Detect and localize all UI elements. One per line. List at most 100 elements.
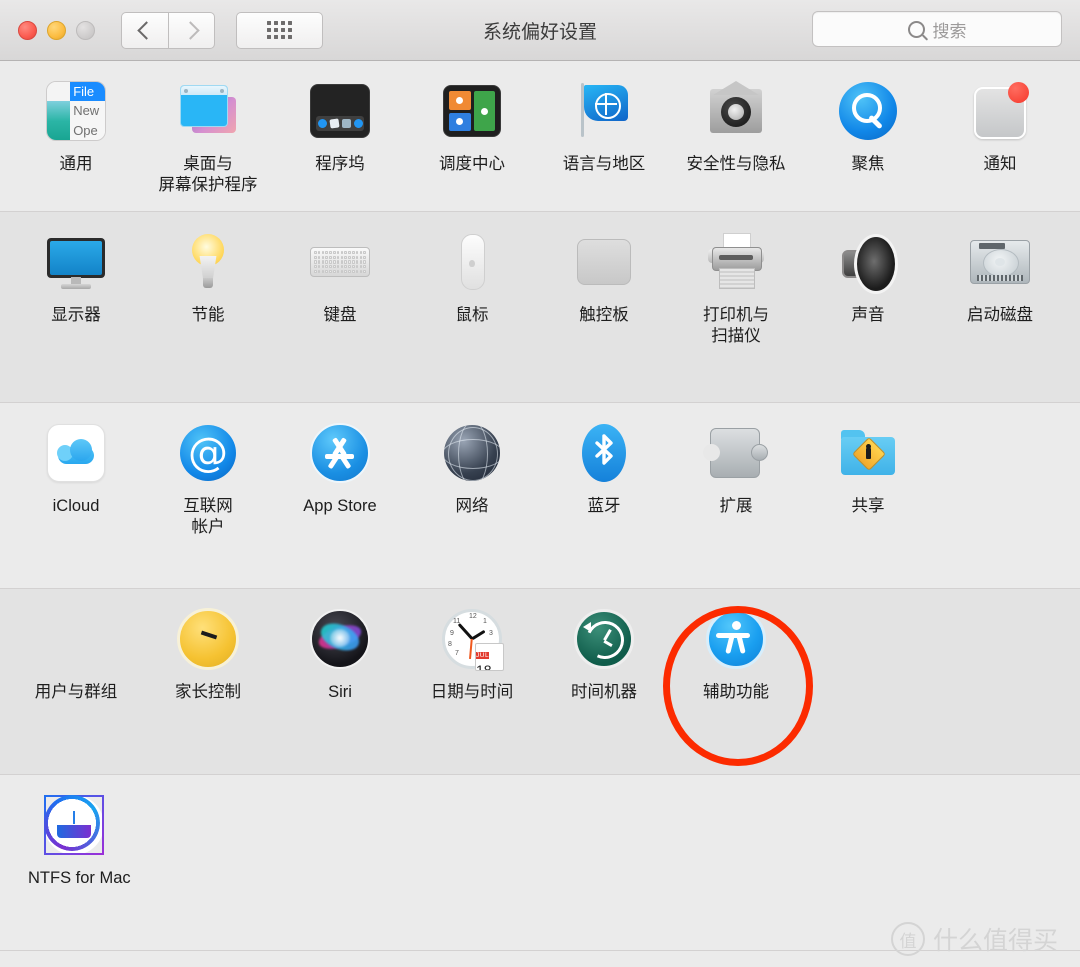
pane-parental-controls[interactable]: 家长控制	[142, 589, 274, 703]
pane-label: 程序坞	[315, 155, 365, 173]
pane-row-4: 用户与群组 家长控制 Siri 12 1 3 9 11 8 7 JUL 18 日…	[0, 589, 1080, 775]
dock-icon	[306, 77, 374, 145]
preference-panes-grid: File New Ope 通用 桌面与 屏幕保护程序 程序坞 调度中心 语言与地…	[0, 61, 1080, 967]
pane-printers-scanners[interactable]: 打印机与 扫描仪	[670, 212, 802, 347]
pane-security-privacy[interactable]: 安全性与隐私	[670, 61, 802, 175]
pane-desktop-screensaver[interactable]: 桌面与 屏幕保护程序	[142, 61, 274, 196]
pane-label: 扩展	[719, 497, 753, 515]
pane-displays[interactable]: 显示器	[10, 212, 142, 326]
pane-ntfs-for-mac[interactable]: NTFS for Mac	[10, 775, 154, 889]
pane-network[interactable]: 网络	[406, 403, 538, 517]
pane-label: 网络	[455, 497, 489, 515]
pane-mission-control[interactable]: 调度中心	[406, 61, 538, 175]
calendar-month: JUL	[476, 652, 490, 659]
language-region-icon	[570, 77, 638, 145]
pane-sharing[interactable]: 共享	[802, 403, 934, 517]
pane-label: 鼠标	[455, 306, 489, 324]
search-input[interactable]: 搜索	[812, 11, 1062, 47]
pane-label: 共享	[851, 497, 885, 515]
pane-empty-slot	[934, 403, 1066, 419]
pane-label: 桌面与 屏幕保护程序	[158, 155, 258, 194]
pane-sound[interactable]: 声音	[802, 212, 934, 326]
clock-numeral: 3	[489, 630, 493, 637]
users-groups-icon	[42, 605, 110, 673]
watermark: 值 什么值得买	[890, 921, 1058, 957]
pane-siri[interactable]: Siri	[274, 589, 406, 703]
siri-icon	[306, 605, 374, 673]
pane-app-store[interactable]: App Store	[274, 403, 406, 517]
network-icon	[438, 419, 506, 487]
mouse-icon	[438, 228, 506, 296]
forward-button	[168, 11, 215, 49]
back-button[interactable]	[121, 11, 168, 49]
pane-trackpad[interactable]: 触控板	[538, 212, 670, 326]
minimize-button[interactable]	[47, 20, 66, 40]
spotlight-icon	[834, 77, 902, 145]
displays-icon	[42, 228, 110, 296]
system-preferences-window: 系统偏好设置 搜索 File New Ope 通用 桌面与 屏幕保护程序 程序坞…	[0, 0, 1080, 967]
desktop-screensaver-icon	[174, 77, 242, 145]
keyboard-icon	[306, 228, 374, 296]
pane-label: 通用	[59, 155, 93, 173]
pane-label: App Store	[303, 497, 377, 515]
show-all-button[interactable]	[236, 11, 323, 49]
traffic-lights	[18, 20, 95, 40]
clock-numeral: 12	[469, 613, 477, 620]
nav-button-group	[121, 11, 215, 49]
grid-icon	[267, 21, 292, 39]
general-icon: File New Ope	[42, 77, 110, 145]
watermark-badge: 值	[890, 922, 925, 956]
pane-language-region[interactable]: 语言与地区	[538, 61, 670, 175]
clock-numeral: 9	[450, 630, 454, 637]
pane-startup-disk[interactable]: 启动磁盘	[934, 212, 1066, 326]
pane-time-machine[interactable]: 时间机器	[538, 589, 670, 703]
extensions-icon	[702, 419, 770, 487]
pane-accessibility[interactable]: 辅助功能	[670, 589, 802, 703]
pane-label: 声音	[851, 306, 885, 324]
sound-icon	[834, 228, 902, 296]
ntfs-for-mac-icon	[40, 791, 108, 859]
pane-general[interactable]: File New Ope 通用	[10, 61, 142, 175]
internet-accounts-icon: @	[174, 419, 242, 487]
accessibility-icon	[702, 605, 770, 673]
security-privacy-icon	[702, 77, 770, 145]
pane-label: 调度中心	[439, 155, 505, 173]
pane-row-1: File New Ope 通用 桌面与 屏幕保护程序 程序坞 调度中心 语言与地…	[0, 61, 1080, 212]
notification-badge	[1008, 82, 1029, 103]
pane-label: 打印机与 扫描仪	[703, 306, 769, 345]
pane-users-groups[interactable]: 用户与群组	[10, 589, 142, 703]
pane-energy-saver[interactable]: 节能	[142, 212, 274, 326]
close-button[interactable]	[18, 20, 37, 40]
startup-disk-icon	[966, 228, 1034, 296]
clock-numeral: 7	[455, 650, 459, 657]
date-time-icon: 12 1 3 9 11 8 7 JUL 18	[438, 605, 506, 673]
chevron-right-icon	[180, 20, 200, 40]
pane-dock[interactable]: 程序坞	[274, 61, 406, 175]
pane-spotlight[interactable]: 聚焦	[802, 61, 934, 175]
pane-label: 互联网 帐户	[183, 497, 233, 536]
pane-bluetooth[interactable]: 蓝牙	[538, 403, 670, 517]
chevron-left-icon	[137, 20, 156, 40]
pane-mouse[interactable]: 鼠标	[406, 212, 538, 326]
pane-label: 显示器	[51, 306, 101, 324]
app-store-icon	[306, 419, 374, 487]
printers-scanners-icon	[702, 228, 770, 296]
pane-row-3: iCloud @ 互联网 帐户 App Store 网络 蓝牙 扩展 共享	[0, 403, 1080, 589]
pane-notifications[interactable]: 通知	[934, 61, 1066, 175]
pane-label: 通知	[983, 155, 1017, 173]
pane-extensions[interactable]: 扩展	[670, 403, 802, 517]
general-menu-item-1: File	[70, 82, 105, 102]
pane-internet-accounts[interactable]: @ 互联网 帐户	[142, 403, 274, 538]
pane-label: 辅助功能	[703, 683, 769, 701]
notifications-icon	[966, 77, 1034, 145]
pane-date-time[interactable]: 12 1 3 9 11 8 7 JUL 18 日期与时间	[406, 589, 538, 703]
calendar-day: 18	[476, 662, 492, 671]
pane-keyboard[interactable]: 键盘	[274, 212, 406, 326]
pane-label: Siri	[328, 683, 352, 701]
pane-label: 家长控制	[175, 683, 241, 701]
pane-icloud[interactable]: iCloud	[10, 403, 142, 517]
pane-empty-slot	[934, 589, 1066, 605]
general-menu-item-2: New	[70, 101, 105, 121]
energy-saver-icon	[174, 228, 242, 296]
pane-label: 启动磁盘	[967, 306, 1033, 324]
